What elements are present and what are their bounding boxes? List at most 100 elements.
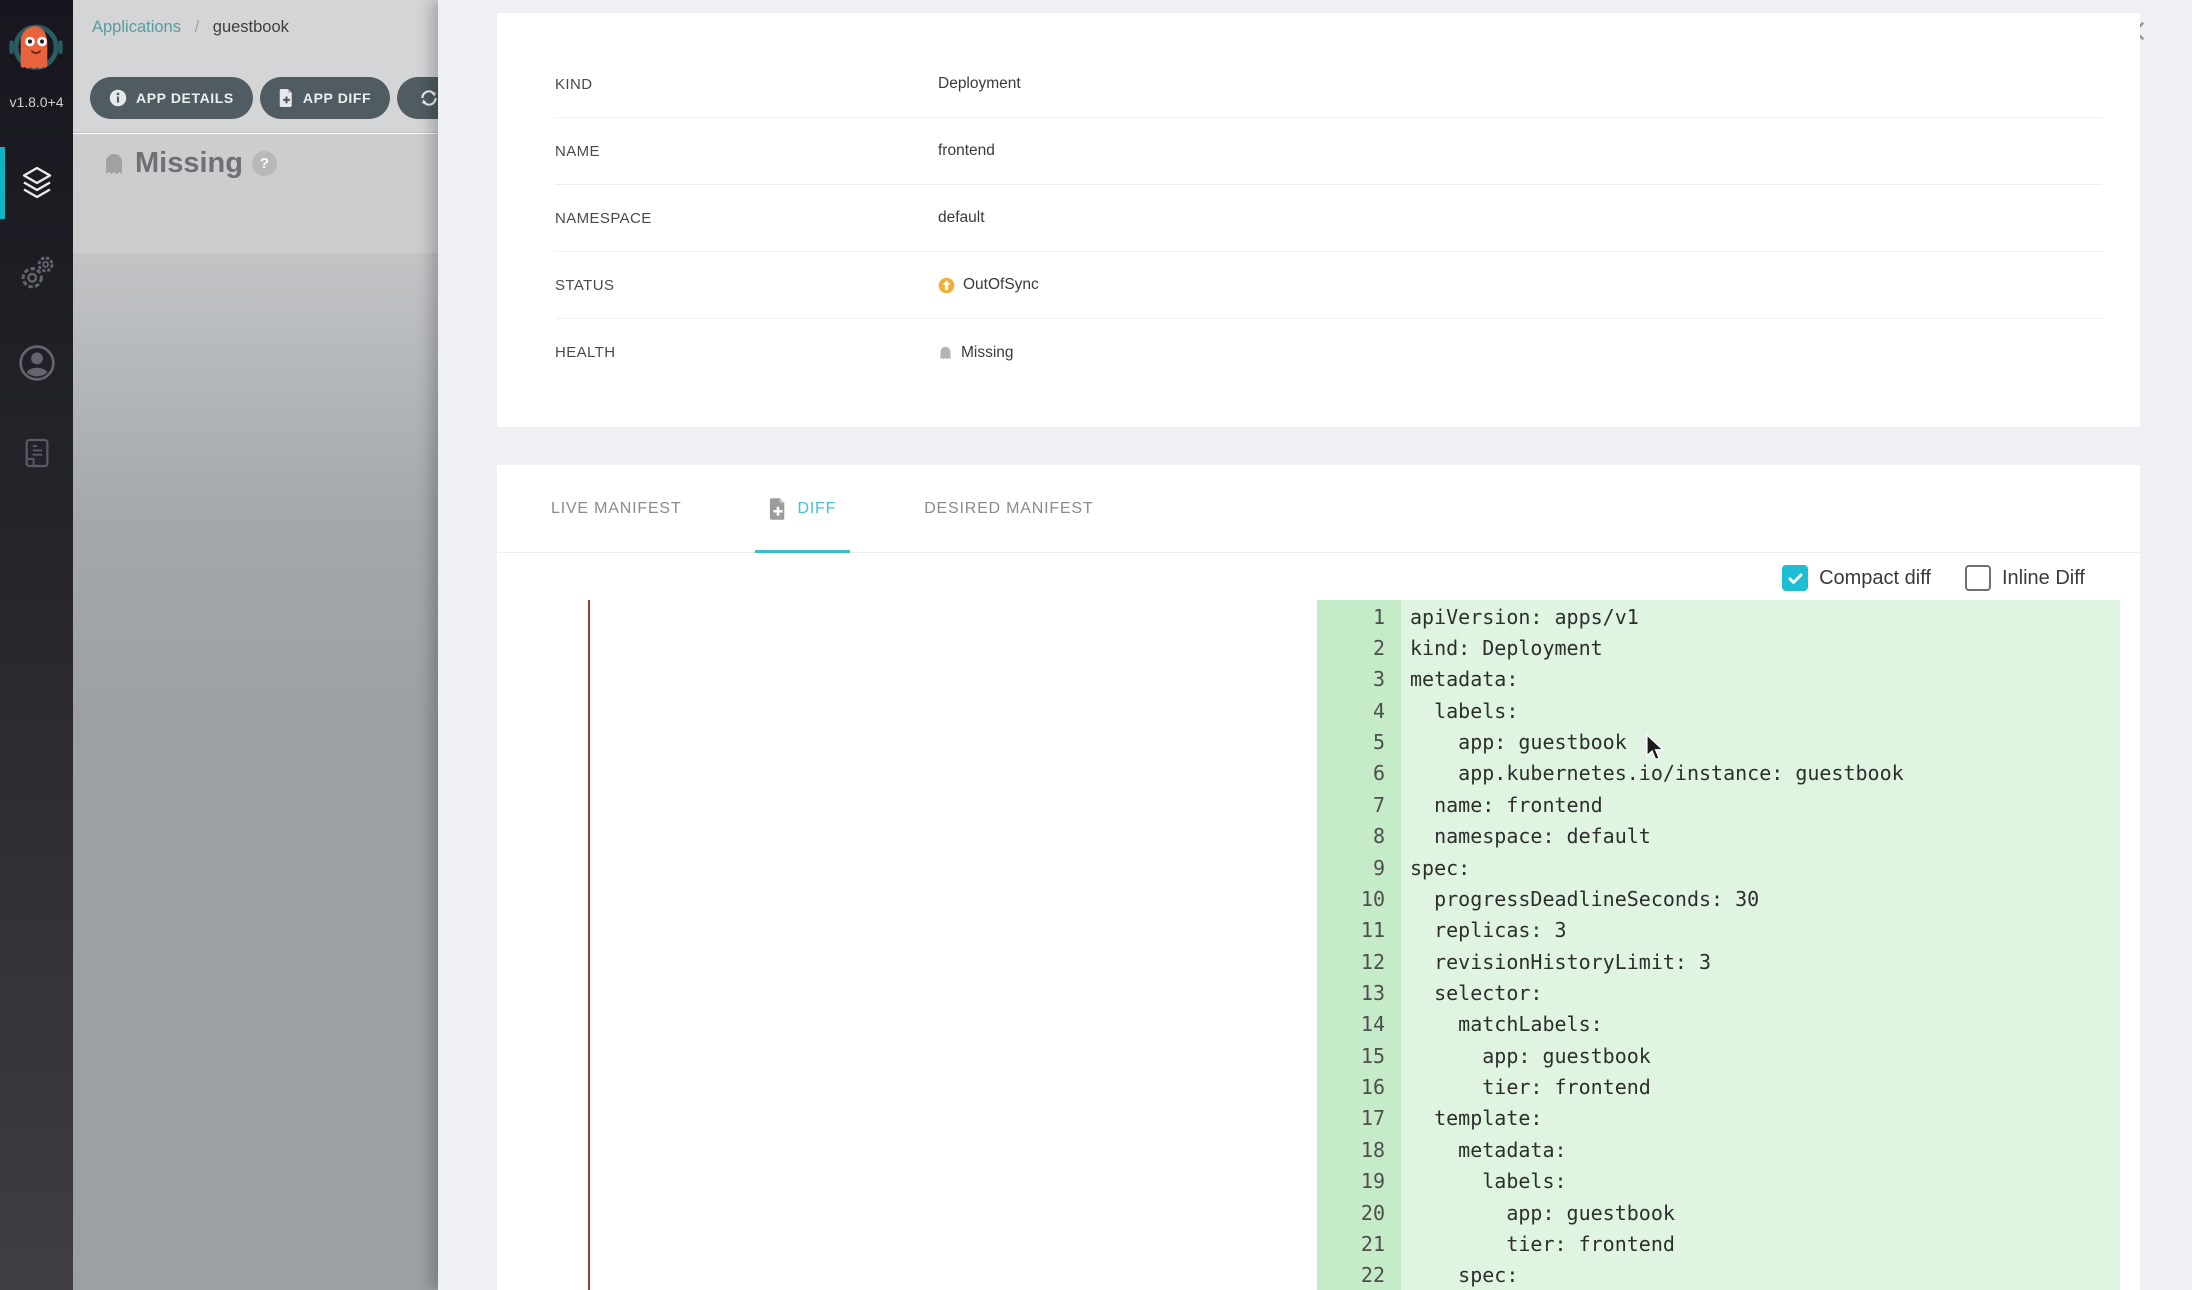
resource-row-namespace: NAMESPACEdefault	[555, 185, 2102, 252]
docs-icon	[18, 434, 56, 472]
line-number: 10	[1317, 887, 1401, 911]
breadcrumb-applications-link[interactable]: Applications	[92, 18, 181, 36]
line-number: 13	[1317, 981, 1401, 1005]
line-number: 6	[1317, 761, 1401, 785]
manifest-tabbar: LIVE MANIFEST DIFF DESIRED MANIFEST	[497, 465, 2140, 553]
diff-line: 18 metadata:	[1317, 1134, 2120, 1165]
sidebar-item-documentation[interactable]	[0, 417, 73, 489]
breadcrumb-current: guestbook	[213, 18, 289, 36]
sidebar-nav	[0, 147, 73, 507]
diff-line: 16 tier: frontend	[1317, 1071, 2120, 1102]
app-details-button[interactable]: APP DETAILS	[90, 77, 253, 119]
diff-line: 13 selector:	[1317, 977, 2120, 1008]
line-number: 17	[1317, 1106, 1401, 1130]
line-number: 11	[1317, 918, 1401, 942]
sidebar-item-user-info[interactable]	[0, 327, 73, 399]
gear-icon	[16, 252, 58, 294]
resource-summary-card: KINDDeploymentNAMEfrontendNAMESPACEdefau…	[497, 13, 2140, 427]
resource-value: frontend	[938, 142, 995, 160]
line-text: name: frontend	[1401, 793, 1603, 817]
user-icon	[17, 343, 57, 383]
resource-label: NAME	[555, 143, 938, 160]
diff-line: 3metadata:	[1317, 664, 2120, 695]
file-plus-icon	[769, 498, 787, 520]
resource-row-health: HEALTHMissing	[555, 319, 2102, 386]
diff-line: 10 progressDeadlineSeconds: 30	[1317, 883, 2120, 914]
line-text: template:	[1401, 1106, 1542, 1130]
line-number: 1	[1317, 605, 1401, 629]
layers-icon	[17, 163, 57, 203]
line-text: selector:	[1401, 981, 1542, 1005]
resource-value: OutOfSync	[963, 276, 1039, 294]
checked-checkbox[interactable]	[1782, 565, 1808, 591]
argo-octopus-logo	[7, 8, 65, 96]
line-number: 21	[1317, 1232, 1401, 1256]
line-number: 4	[1317, 699, 1401, 723]
line-number: 14	[1317, 1012, 1401, 1036]
breadcrumb: Applications / guestbook	[92, 18, 289, 37]
tab-desired-manifest[interactable]: DESIRED MANIFEST	[910, 465, 1107, 552]
diff-line: 17 template:	[1317, 1103, 2120, 1134]
resource-panel: KINDDeploymentNAMEfrontendNAMESPACEdefau…	[438, 0, 2192, 1290]
sidebar: v1.8.0+4	[0, 0, 73, 1290]
diff-viewer: 1apiVersion: apps/v12kind: Deployment3me…	[497, 600, 2120, 1290]
question-icon[interactable]: ?	[252, 151, 277, 176]
tab-label: LIVE MANIFEST	[551, 500, 681, 518]
button-label: APP DIFF	[303, 90, 371, 106]
unchecked-checkbox[interactable]	[1965, 565, 1991, 591]
diff-line: 1apiVersion: apps/v1	[1317, 601, 2120, 632]
resource-value: default	[938, 209, 985, 227]
sidebar-item-applications[interactable]	[0, 147, 73, 219]
line-text: tier: frontend	[1401, 1075, 1651, 1099]
line-text: kind: Deployment	[1401, 636, 1603, 660]
line-number: 7	[1317, 793, 1401, 817]
tab-live-manifest[interactable]: LIVE MANIFEST	[537, 465, 695, 552]
sidebar-item-settings[interactable]	[0, 237, 73, 309]
line-number: 9	[1317, 856, 1401, 880]
line-number: 16	[1317, 1075, 1401, 1099]
diff-line: 22 spec:	[1317, 1260, 2120, 1290]
sync-button[interactable]	[397, 77, 438, 119]
app-health-label: Missing	[135, 147, 243, 180]
app-diff-button[interactable]: APP DIFF	[260, 77, 390, 119]
diff-line: 12 revisionHistoryLimit: 3	[1317, 946, 2120, 977]
diff-options: Compact diff Inline Diff	[1782, 565, 2085, 591]
ghost-icon	[102, 152, 126, 176]
mouse-cursor	[1645, 733, 1666, 768]
top-bar: Applications / guestbook APP DETAILSAPP …	[73, 0, 438, 133]
line-number: 22	[1317, 1263, 1401, 1287]
line-number: 2	[1317, 636, 1401, 660]
manifest-card: LIVE MANIFEST DIFF DESIRED MANIFEST Compac…	[497, 465, 2140, 1290]
ghost-icon	[938, 344, 953, 362]
diff-line: 21 tier: frontend	[1317, 1228, 2120, 1259]
line-text: revisionHistoryLimit: 3	[1401, 950, 1711, 974]
line-text: app: guestbook	[1401, 1201, 1675, 1225]
option-label: Inline Diff	[2002, 567, 2085, 590]
line-text: spec:	[1401, 856, 1470, 880]
tab-label: DESIRED MANIFEST	[924, 500, 1093, 518]
diff-line: 6 app.kubernetes.io/instance: guestbook	[1317, 758, 2120, 789]
diff-line: 11 replicas: 3	[1317, 915, 2120, 946]
option-inline-diff[interactable]: Inline Diff	[1965, 565, 2085, 591]
file-diff-icon	[279, 89, 294, 107]
resource-label: HEALTH	[555, 344, 938, 361]
diff-line: 5 app: guestbook	[1317, 726, 2120, 757]
app-toolbar: APP DETAILS APP DIFF	[90, 77, 438, 119]
line-text: apiVersion: apps/v1	[1401, 605, 1639, 629]
diff-line: 20 app: guestbook	[1317, 1197, 2120, 1228]
breadcrumb-separator: /	[195, 18, 200, 36]
resource-summary-table: KINDDeploymentNAMEfrontendNAMESPACEdefau…	[497, 51, 2140, 386]
resource-label: KIND	[555, 76, 938, 93]
diff-removed-marker	[588, 600, 590, 1290]
diff-line: 8 namespace: default	[1317, 821, 2120, 852]
line-number: 20	[1317, 1201, 1401, 1225]
sync-icon	[419, 88, 438, 108]
tab-diff[interactable]: DIFF	[755, 465, 850, 552]
diff-lines: 1apiVersion: apps/v12kind: Deployment3me…	[1317, 600, 2120, 1290]
line-text: replicas: 3	[1401, 918, 1567, 942]
app-content-dimmed	[73, 253, 438, 1290]
line-text: namespace: default	[1401, 824, 1651, 848]
option-compact-diff[interactable]: Compact diff	[1782, 565, 1931, 591]
button-label: APP DETAILS	[136, 90, 234, 106]
line-text: labels:	[1401, 699, 1518, 723]
